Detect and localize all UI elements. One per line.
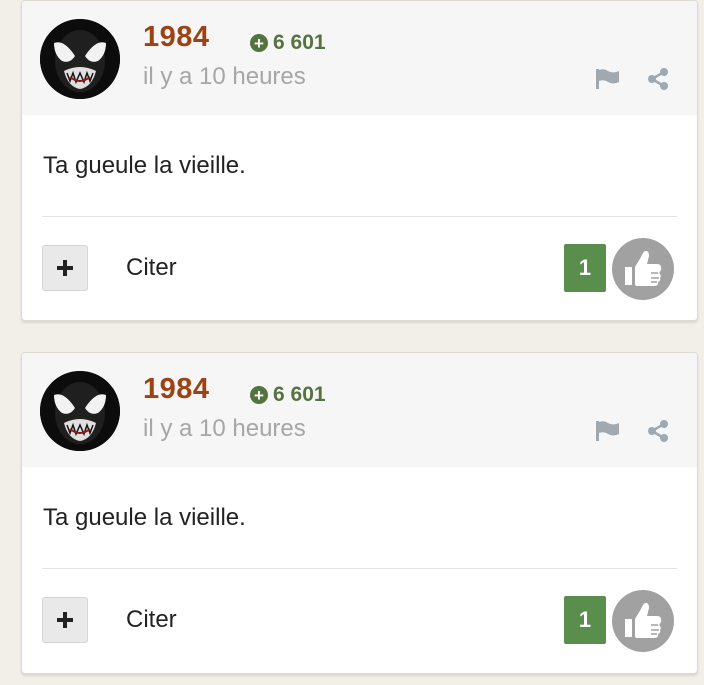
- points-value: 6 601: [273, 31, 326, 54]
- author-name[interactable]: 1984: [143, 373, 210, 406]
- divider: [42, 216, 677, 217]
- thumbs-up-icon: [625, 250, 662, 286]
- venom-avatar-icon: [40, 19, 120, 99]
- post-header: 1984 + 6 601 il y a 10 heures: [22, 1, 697, 115]
- like-button[interactable]: [612, 238, 674, 300]
- post-card: 1984 + 6 601 il y a 10 heures Ta gueule …: [21, 0, 698, 321]
- like-count-badge: 1: [564, 244, 606, 292]
- author-name[interactable]: 1984: [143, 21, 210, 54]
- expand-button[interactable]: [42, 597, 88, 643]
- points-value: 6 601: [273, 383, 326, 406]
- post-message: Ta gueule la vieille.: [43, 152, 246, 179]
- like-button[interactable]: [612, 590, 674, 652]
- divider: [42, 568, 677, 569]
- plus-icon: [57, 260, 73, 276]
- quote-button[interactable]: Citer: [126, 606, 177, 634]
- expand-button[interactable]: [42, 245, 88, 291]
- avatar[interactable]: [40, 19, 120, 99]
- share-icon[interactable]: [646, 419, 670, 443]
- plus-circle-icon: +: [250, 34, 268, 52]
- plus-icon: [57, 612, 73, 628]
- post-header: 1984 + 6 601 il y a 10 heures: [22, 353, 697, 467]
- thumbs-up-icon: [625, 602, 662, 638]
- like-count-badge: 1: [564, 596, 606, 644]
- avatar[interactable]: [40, 371, 120, 451]
- author-points: + 6 601: [250, 31, 326, 55]
- share-icon[interactable]: [646, 67, 670, 91]
- venom-avatar-icon: [40, 371, 120, 451]
- quote-button[interactable]: Citer: [126, 254, 177, 282]
- post-card: 1984 + 6 601 il y a 10 heures Ta gueule …: [21, 352, 698, 674]
- report-flag-icon[interactable]: [595, 420, 621, 442]
- post-message: Ta gueule la vieille.: [43, 504, 246, 531]
- post-time: il y a 10 heures: [143, 415, 306, 442]
- plus-circle-icon: +: [250, 386, 268, 404]
- author-points: + 6 601: [250, 383, 326, 407]
- post-time: il y a 10 heures: [143, 63, 306, 90]
- report-flag-icon[interactable]: [595, 68, 621, 90]
